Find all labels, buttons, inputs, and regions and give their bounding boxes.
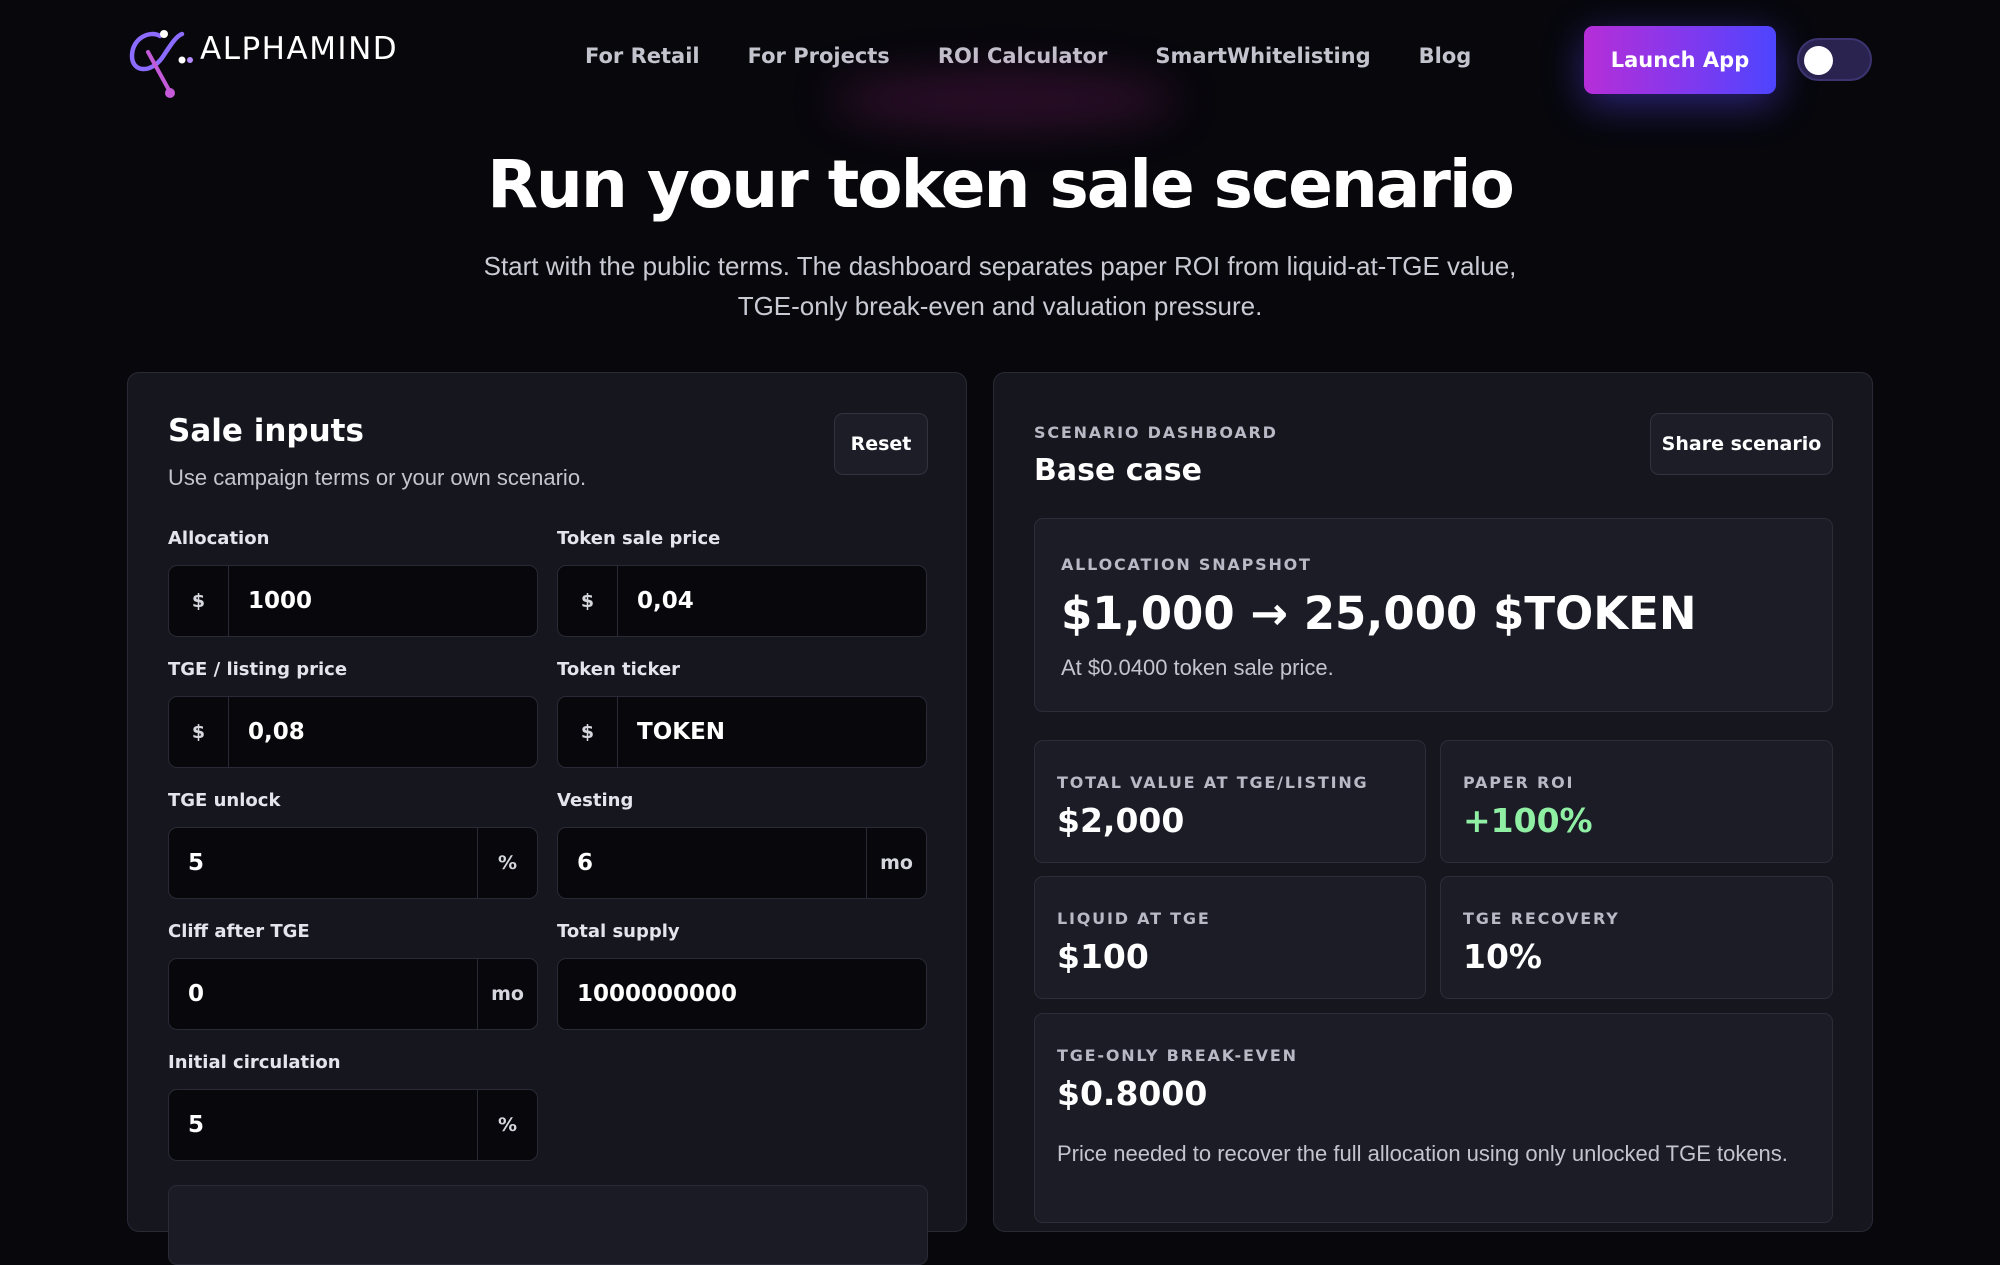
share-scenario-button[interactable]: Share scenario bbox=[1650, 413, 1833, 475]
initial-circulation-label: Initial circulation bbox=[168, 1052, 341, 1073]
allocation-input[interactable]: 1000 bbox=[229, 588, 537, 614]
sale-inputs-title: Sale inputs bbox=[168, 413, 364, 449]
allocation-field[interactable]: $ 1000 bbox=[168, 565, 538, 637]
sale-price-field[interactable]: $ 0,04 bbox=[557, 565, 927, 637]
allocation-label: Allocation bbox=[168, 528, 270, 549]
vesting-field[interactable]: 6 mo bbox=[557, 827, 927, 899]
months-suffix: mo bbox=[866, 828, 926, 898]
tge-price-label: TGE / listing price bbox=[168, 659, 348, 680]
metric-label: TGE RECOVERY bbox=[1463, 909, 1620, 928]
reset-button[interactable]: Reset bbox=[834, 413, 928, 475]
header-glow bbox=[830, 72, 1180, 128]
metric-value: 10% bbox=[1463, 937, 1542, 976]
nav-for-projects[interactable]: For Projects bbox=[748, 44, 890, 68]
months-suffix: mo bbox=[477, 959, 537, 1029]
theme-toggle[interactable] bbox=[1797, 38, 1872, 81]
tge-price-input[interactable]: 0,08 bbox=[229, 719, 537, 745]
main-nav: For Retail For Projects ROI Calculator S… bbox=[585, 44, 1471, 68]
sale-inputs-subtitle: Use campaign terms or your own scenario. bbox=[168, 465, 587, 490]
allocation-snapshot-card: ALLOCATION SNAPSHOT $1,000 → 25,000 $TOK… bbox=[1034, 518, 1833, 712]
vesting-label: Vesting bbox=[557, 790, 634, 811]
metric-label: PAPER ROI bbox=[1463, 773, 1575, 792]
ticker-label: Token ticker bbox=[557, 659, 681, 680]
nav-roi-calculator[interactable]: ROI Calculator bbox=[938, 44, 1108, 68]
metric-label: TGE-ONLY BREAK-EVEN bbox=[1057, 1046, 1298, 1065]
tge-unlock-field[interactable]: 5 % bbox=[168, 827, 538, 899]
cliff-label: Cliff after TGE bbox=[168, 921, 310, 942]
metric-value: +100% bbox=[1463, 801, 1593, 840]
total-supply-label: Total supply bbox=[557, 921, 680, 942]
tge-unlock-label: TGE unlock bbox=[168, 790, 281, 811]
tge-recovery-card: TGE RECOVERY 10% bbox=[1440, 876, 1833, 999]
cliff-input[interactable]: 0 bbox=[169, 981, 477, 1007]
toggle-knob bbox=[1804, 46, 1833, 75]
metric-label: TOTAL VALUE AT TGE/LISTING bbox=[1057, 773, 1369, 792]
scenario-dashboard-panel: SCENARIO DASHBOARD Base case Share scena… bbox=[993, 372, 1873, 1232]
metric-label: LIQUID AT TGE bbox=[1057, 909, 1211, 928]
ticker-input[interactable]: TOKEN bbox=[618, 719, 926, 745]
launch-app-button[interactable]: Launch App bbox=[1584, 26, 1776, 94]
next-section-card bbox=[168, 1185, 928, 1265]
initial-circulation-input[interactable]: 5 bbox=[169, 1112, 477, 1138]
metric-value: $0.8000 bbox=[1057, 1074, 1208, 1113]
page-title: Run your token sale scenario bbox=[487, 146, 1515, 223]
sale-inputs-panel: Sale inputs Use campaign terms or your o… bbox=[127, 372, 967, 1265]
tge-unlock-input[interactable]: 5 bbox=[169, 850, 477, 876]
ticker-field[interactable]: $ TOKEN bbox=[557, 696, 927, 768]
snapshot-eyebrow: ALLOCATION SNAPSHOT bbox=[1061, 555, 1312, 574]
nav-for-retail[interactable]: For Retail bbox=[585, 44, 700, 68]
dollar-prefix: $ bbox=[169, 566, 229, 636]
dollar-prefix: $ bbox=[558, 566, 618, 636]
alphamind-logo-icon bbox=[129, 30, 193, 98]
vesting-input[interactable]: 6 bbox=[558, 850, 866, 876]
metric-value: $100 bbox=[1057, 937, 1149, 976]
page-subtitle: Start with the public terms. The dashboa… bbox=[483, 251, 1517, 321]
percent-suffix: % bbox=[477, 1090, 537, 1160]
metric-note: Price needed to recover the full allocat… bbox=[1057, 1141, 1788, 1166]
nav-blog[interactable]: Blog bbox=[1419, 44, 1472, 68]
case-title: Base case bbox=[1034, 453, 1202, 488]
break-even-card: TGE-ONLY BREAK-EVEN $0.8000 Price needed… bbox=[1034, 1013, 1833, 1223]
liquid-at-tge-card: LIQUID AT TGE $100 bbox=[1034, 876, 1426, 999]
total-supply-input[interactable]: 1000000000 bbox=[558, 981, 926, 1007]
percent-suffix: % bbox=[477, 828, 537, 898]
sale-price-input[interactable]: 0,04 bbox=[618, 588, 926, 614]
snapshot-value: $1,000 → 25,000 $TOKEN bbox=[1061, 587, 1697, 640]
paper-roi-card: PAPER ROI +100% bbox=[1440, 740, 1833, 863]
initial-circulation-field[interactable]: 5 % bbox=[168, 1089, 538, 1161]
metric-value: $2,000 bbox=[1057, 801, 1185, 840]
brand-logo[interactable]: ALPHAMIND bbox=[126, 22, 398, 98]
tge-price-field[interactable]: $ 0,08 bbox=[168, 696, 538, 768]
total-supply-field[interactable]: 1000000000 bbox=[557, 958, 927, 1030]
brand-name: ALPHAMIND bbox=[200, 31, 399, 67]
dashboard-eyebrow: SCENARIO DASHBOARD bbox=[1034, 423, 1278, 442]
dollar-prefix: $ bbox=[169, 697, 229, 767]
dollar-prefix: $ bbox=[558, 697, 618, 767]
sale-price-label: Token sale price bbox=[557, 528, 721, 549]
nav-smartwhitelisting[interactable]: SmartWhitelisting bbox=[1155, 44, 1370, 68]
snapshot-note: At $0.0400 token sale price. bbox=[1061, 655, 1334, 680]
total-value-card: TOTAL VALUE AT TGE/LISTING $2,000 bbox=[1034, 740, 1426, 863]
cliff-field[interactable]: 0 mo bbox=[168, 958, 538, 1030]
